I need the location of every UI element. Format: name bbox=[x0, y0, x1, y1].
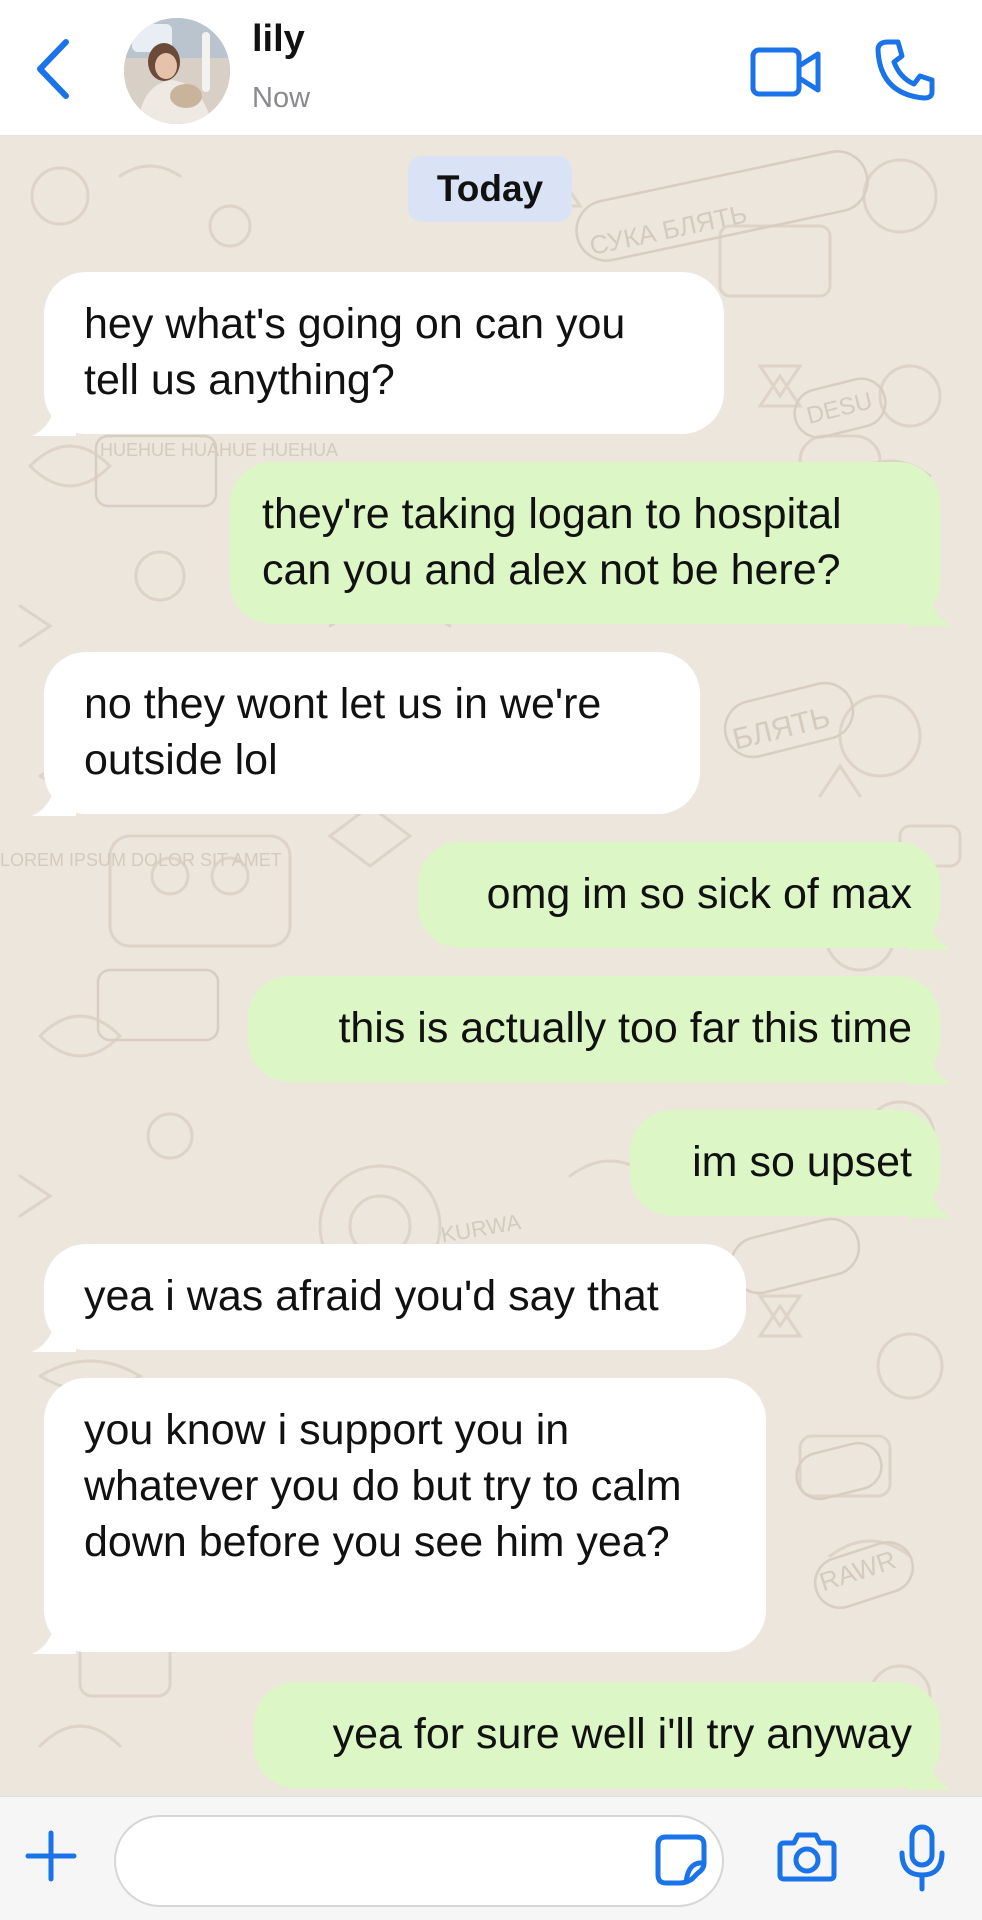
message-outgoing[interactable]: yea for sure well i'll try anyway bbox=[254, 1682, 952, 1790]
chat-header: lily Now bbox=[0, 0, 982, 136]
chat-area[interactable]: СУКА БЛЯТЬ DESU HUEHUE HUAHUE HUEHUA LOR… bbox=[0, 136, 982, 1796]
message-text: you know i support you in whatever you d… bbox=[84, 1406, 682, 1566]
message-input[interactable] bbox=[114, 1815, 724, 1907]
video-call-button[interactable] bbox=[750, 44, 822, 100]
contact-status: Now bbox=[252, 82, 311, 114]
bubble-tail bbox=[908, 910, 952, 950]
message-incoming[interactable]: no they wont let us in we're outside lol bbox=[32, 652, 700, 816]
plus-icon bbox=[25, 1830, 77, 1882]
wallpaper-label-blyat: БЛЯТЬ bbox=[729, 701, 833, 757]
wallpaper-label-huehue: HUEHUE HUAHUE HUEHUA bbox=[100, 440, 338, 460]
camera-button[interactable] bbox=[776, 1827, 838, 1885]
camera-icon bbox=[777, 1832, 837, 1882]
message-outgoing[interactable]: this is actually too far this time bbox=[248, 976, 952, 1084]
wallpaper-label-kurwa: KURWA bbox=[439, 1209, 523, 1248]
wallpaper-label-desu: DESU bbox=[804, 387, 875, 429]
bubble-tail bbox=[908, 586, 952, 626]
bubble-tail bbox=[32, 1312, 76, 1352]
bubble-tail bbox=[908, 1178, 952, 1218]
message-text: omg im so sick of max bbox=[486, 870, 912, 918]
bubble-tail bbox=[908, 1044, 952, 1084]
microphone-icon bbox=[899, 1824, 945, 1892]
avatar[interactable] bbox=[124, 18, 230, 124]
bubble-tail bbox=[908, 1750, 952, 1790]
voice-call-button[interactable] bbox=[874, 38, 936, 102]
microphone-button[interactable] bbox=[896, 1823, 948, 1893]
message-incoming[interactable]: yea i was afraid you'd say that bbox=[32, 1244, 746, 1352]
message-composer bbox=[0, 1796, 982, 1920]
sticker-icon bbox=[655, 1834, 707, 1886]
message-outgoing[interactable]: omg im so sick of max bbox=[418, 842, 952, 950]
message-incoming[interactable]: you know i support you in whatever you d… bbox=[32, 1378, 766, 1654]
date-separator: Today bbox=[408, 156, 572, 222]
wallpaper-label-rawr: RAWR bbox=[816, 1544, 900, 1597]
message-outgoing[interactable]: im so upset bbox=[630, 1110, 952, 1218]
back-button[interactable] bbox=[30, 36, 78, 102]
chevron-left-icon bbox=[37, 39, 69, 99]
message-outgoing[interactable]: they're taking logan to hospital can you… bbox=[230, 462, 952, 626]
sticker-button[interactable] bbox=[652, 1831, 710, 1889]
message-text: yea for sure well i'll try anyway bbox=[332, 1710, 912, 1758]
message-text: this is actually too far this time bbox=[338, 1004, 912, 1052]
message-text: im so upset bbox=[692, 1138, 912, 1186]
message-text: hey what's going on can you tell us anyt… bbox=[84, 300, 626, 404]
message-text: no they wont let us in we're outside lol bbox=[84, 680, 602, 784]
video-camera-icon bbox=[750, 47, 821, 97]
contact-name[interactable]: lily bbox=[252, 18, 305, 61]
bubble-tail bbox=[32, 776, 76, 816]
wallpaper-label-cyka: СУКА БЛЯТЬ bbox=[587, 198, 750, 261]
bubble-tail bbox=[32, 396, 76, 436]
message-text: yea i was afraid you'd say that bbox=[84, 1272, 659, 1320]
message-incoming[interactable]: hey what's going on can you tell us anyt… bbox=[32, 272, 724, 436]
message-text: they're taking logan to hospital can you… bbox=[262, 490, 842, 594]
attach-button[interactable] bbox=[22, 1827, 80, 1885]
phone-icon bbox=[875, 39, 935, 101]
bubble-tail bbox=[32, 1614, 76, 1654]
wallpaper-label-lorem: LOREM IPSUM DOLOR SIT AMET bbox=[0, 850, 282, 870]
